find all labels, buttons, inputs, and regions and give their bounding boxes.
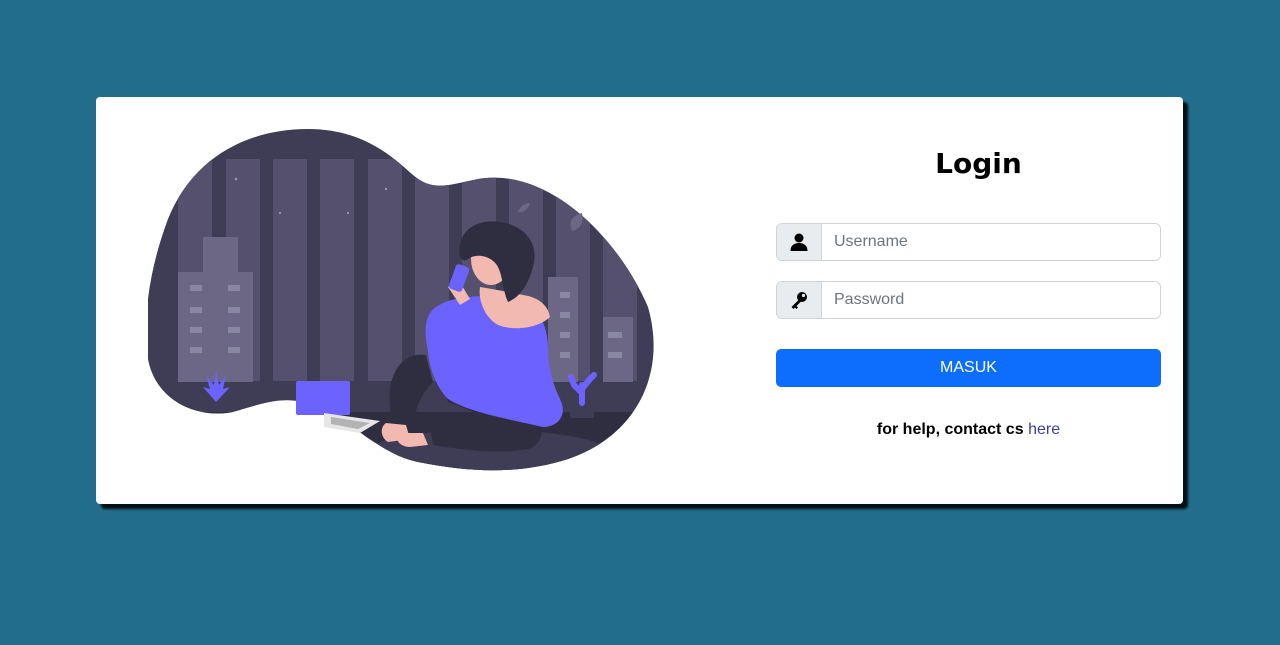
login-title: Login (935, 147, 1022, 180)
key-icon (777, 282, 822, 318)
woman-on-phone-illustration (148, 129, 654, 471)
help-link[interactable]: here (1028, 421, 1060, 438)
login-card: Login MASUK for help, contac (96, 97, 1183, 504)
username-field-group (776, 223, 1161, 261)
login-form: Login MASUK for help, contac (776, 97, 1161, 504)
help-line: for help, contact cs here (776, 421, 1161, 439)
password-input[interactable] (822, 282, 1160, 318)
user-icon (777, 224, 822, 260)
username-input[interactable] (822, 224, 1160, 260)
help-text: for help, contact cs (876, 421, 1024, 438)
masuk-button[interactable]: MASUK (776, 349, 1161, 387)
password-field-group (776, 281, 1161, 319)
